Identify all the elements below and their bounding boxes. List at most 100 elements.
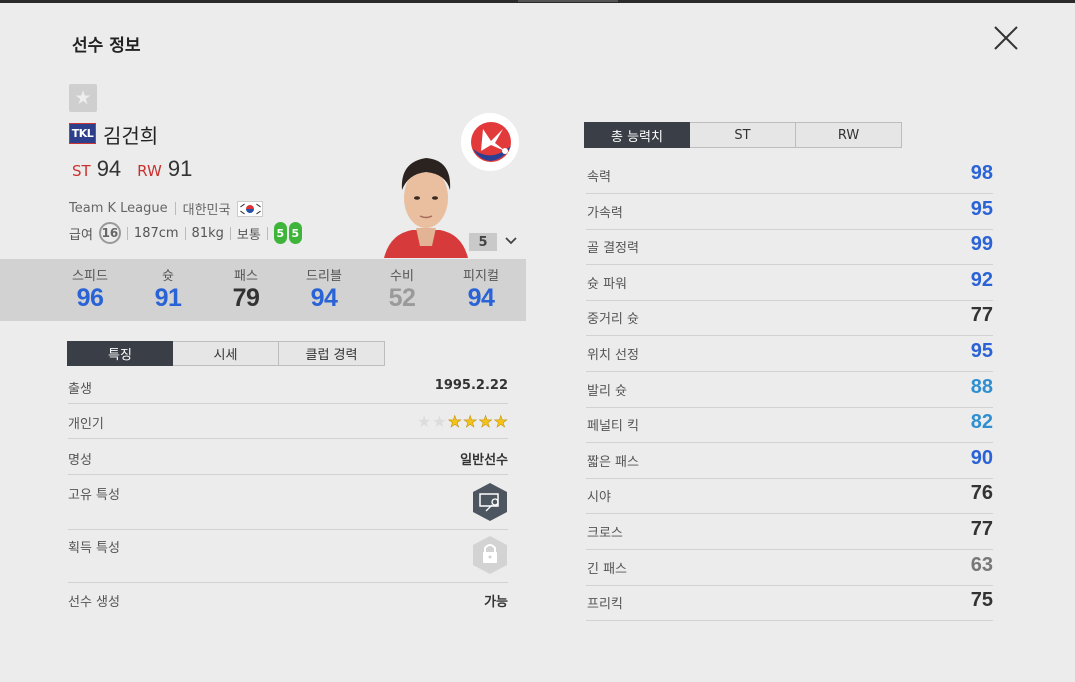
summary-stat-label: 패스	[234, 269, 258, 284]
summary-stat-label: 스피드	[72, 269, 108, 284]
player-create-row: 선수 생성 가능	[68, 591, 508, 613]
position-label: RW	[137, 162, 162, 180]
attribute-row: 발리 슛 88	[586, 372, 993, 408]
attribute-label: 골 결정력	[587, 241, 639, 257]
salary-badge: 16	[98, 222, 121, 244]
unique-trait-label: 고유 특성	[68, 488, 120, 503]
attribute-row: 슛 파워 92	[586, 265, 993, 301]
ability-tabs: 총 능력치 ST RW	[584, 122, 902, 148]
season-badge: TKL	[69, 123, 96, 144]
attribute-row: 골 결정력 99	[586, 229, 993, 266]
summary-stat: 수비 52	[372, 265, 432, 313]
attribute-label: 페널티 킥	[587, 419, 639, 435]
tab-rw[interactable]: RW	[796, 122, 902, 148]
star-icon: ★	[74, 87, 92, 109]
attribute-row: 프리킥 75	[586, 585, 993, 622]
attribute-label: 가속력	[587, 205, 623, 221]
tab-total-ability[interactable]: 총 능력치	[584, 122, 690, 148]
attribute-label: 위치 선정	[587, 348, 639, 363]
close-icon[interactable]	[992, 24, 1020, 52]
summary-stat-value: 94	[467, 284, 495, 312]
attribute-value: 77	[970, 304, 993, 327]
summary-stat-value: 79	[232, 284, 260, 312]
attribute-row: 짧은 패스 90	[586, 443, 993, 479]
attribute-value: 76	[970, 482, 993, 505]
nation-name: 대한민국	[182, 203, 231, 218]
player-photo	[384, 158, 468, 258]
acquired-trait-label: 획득 특성	[68, 541, 120, 556]
star-icon: ★	[462, 412, 478, 432]
detail-tabs: 특징 시세 클럽 경력	[67, 341, 385, 366]
team-nation-line: Team K League 대한민국	[69, 199, 264, 218]
summary-stat-label: 드리블	[306, 269, 342, 284]
top-border-highlight	[518, 0, 618, 2]
salary-label: 급여	[69, 227, 93, 243]
favorite-star-button[interactable]: ★	[69, 84, 97, 112]
attribute-row: 위치 선정 95	[586, 336, 993, 372]
summary-stats-bar: 스피드 96 슛 91 패스 79 드리블 94 수비 52 피지컬 94	[0, 259, 526, 321]
summary-stat: 스피드 96	[60, 265, 120, 313]
attribute-value: 90	[970, 446, 993, 469]
body-type: 보통	[236, 227, 261, 243]
unique-trait-row: 고유 특성	[68, 482, 508, 530]
summary-stat-value: 96	[76, 284, 104, 312]
attribute-label: 긴 패스	[587, 561, 628, 577]
attribute-value: 92	[970, 268, 993, 291]
summary-stat-label: 피지컬	[463, 269, 499, 284]
tab-club-history[interactable]: 클럽 경력	[279, 341, 385, 366]
tab-st[interactable]: ST	[690, 122, 796, 148]
attribute-label: 슛 파워	[587, 276, 628, 292]
fame-value: 일반선수	[460, 453, 508, 468]
physical-info-line: 급여 16 187cm 81kg 보통 5 5	[69, 222, 302, 244]
create-label: 선수 생성	[68, 595, 120, 610]
divider	[126, 226, 128, 240]
attribute-row: 가속력 95	[586, 194, 993, 230]
attribute-value: 99	[970, 233, 993, 256]
divider	[266, 226, 268, 240]
star-icon: ★	[493, 412, 508, 432]
birth-value: 1995.2.22	[434, 378, 508, 393]
summary-stat-label: 슛	[162, 269, 174, 284]
attribute-row: 속력 98	[586, 158, 993, 194]
position-ovr: 94	[96, 156, 122, 181]
attribute-value: 95	[970, 340, 993, 362]
position-ratings: ST 94 RW 91	[72, 156, 202, 182]
enhance-level-badge: 5	[469, 233, 497, 251]
korea-flag-icon	[237, 200, 264, 217]
attribute-row: 긴 패스 63	[586, 550, 993, 586]
height: 187cm	[133, 225, 179, 241]
divider	[229, 226, 231, 240]
summary-stat: 패스 79	[216, 265, 276, 313]
player-name: 김건희	[103, 124, 159, 148]
attribute-value: 63	[970, 553, 993, 576]
summary-stat-value: 52	[388, 284, 416, 312]
popularity-label: 개인기	[68, 417, 104, 432]
unique-trait-icon[interactable]	[472, 482, 508, 522]
attribute-row: 시야 76	[586, 478, 993, 515]
divider	[174, 202, 176, 215]
attribute-row: 페널티 킥 82	[586, 407, 993, 444]
attribute-label: 크로스	[587, 526, 623, 541]
weight: 81kg	[191, 225, 224, 241]
star-icon: ★	[432, 412, 447, 431]
team-name: Team K League	[69, 201, 168, 216]
star-icon: ★	[416, 412, 432, 431]
summary-stat-value: 91	[154, 284, 182, 312]
attribute-value: 82	[970, 411, 993, 434]
position-label: ST	[72, 162, 91, 180]
popularity-row: 개인기 ★ ★ ★ ★ ★ ★	[68, 412, 508, 439]
tab-traits[interactable]: 특징	[67, 341, 173, 366]
left-foot-badge: 5	[273, 222, 287, 244]
acquired-trait-row: 획득 특성	[68, 536, 508, 583]
divider	[184, 226, 186, 240]
chevron-down-icon[interactable]	[504, 234, 518, 248]
attribute-value: 77	[970, 518, 993, 540]
summary-stat: 피지컬 94	[451, 265, 511, 313]
tab-price[interactable]: 시세	[173, 341, 279, 366]
attribute-value: 98	[970, 162, 993, 184]
attribute-label: 시야	[587, 490, 611, 506]
summary-stat: 슛 91	[138, 265, 198, 313]
attribute-value: 88	[970, 375, 993, 398]
summary-stat: 드리블 94	[294, 265, 354, 313]
attribute-value: 75	[970, 589, 993, 612]
